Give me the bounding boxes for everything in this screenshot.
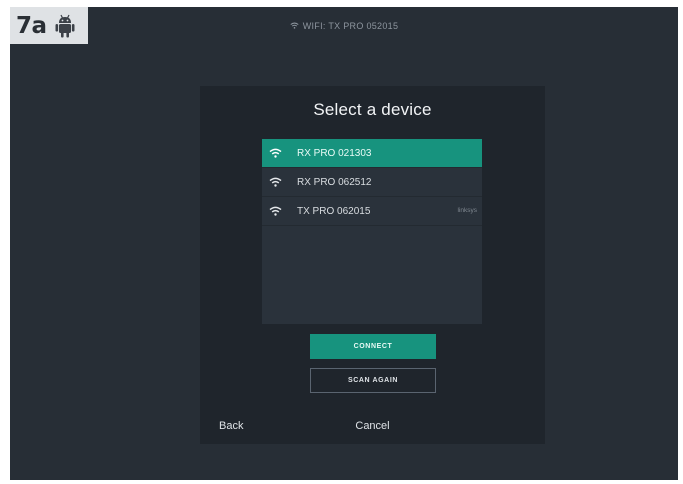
select-device-dialog: Select a device RX PRO 021303 RX PRO 062… — [200, 86, 545, 444]
status-bar: WIFI: TX PRO 052015 — [10, 21, 678, 31]
device-list-item[interactable]: RX PRO 021303 — [262, 139, 482, 168]
device-network-note: linksys — [457, 207, 477, 214]
device-list[interactable]: RX PRO 021303 RX PRO 062512 TX PRO 06201… — [262, 139, 482, 324]
step-label: 7a — [10, 7, 88, 44]
cancel-button[interactable]: Cancel — [200, 420, 545, 432]
scan-again-button[interactable]: SCAN AGAIN — [310, 368, 436, 393]
step-number: 7a — [16, 12, 47, 39]
wifi-icon — [269, 177, 282, 187]
wifi-icon — [290, 22, 299, 29]
dialog-title: Select a device — [313, 100, 432, 119]
status-bar-wifi-text: WIFI: TX PRO 052015 — [302, 21, 399, 31]
app-screen: WIFI: TX PRO 052015 Select a device RX P… — [10, 7, 678, 480]
wifi-icon — [269, 206, 282, 216]
device-name: TX PRO 062015 — [297, 205, 371, 217]
connect-button[interactable]: CONNECT — [310, 334, 436, 359]
android-icon — [55, 14, 75, 37]
wifi-icon — [269, 148, 282, 158]
device-list-item[interactable]: RX PRO 062512 — [262, 168, 482, 197]
device-name: RX PRO 062512 — [297, 176, 372, 188]
device-list-item[interactable]: TX PRO 062015 linksys — [262, 197, 482, 226]
device-name: RX PRO 021303 — [297, 147, 372, 159]
